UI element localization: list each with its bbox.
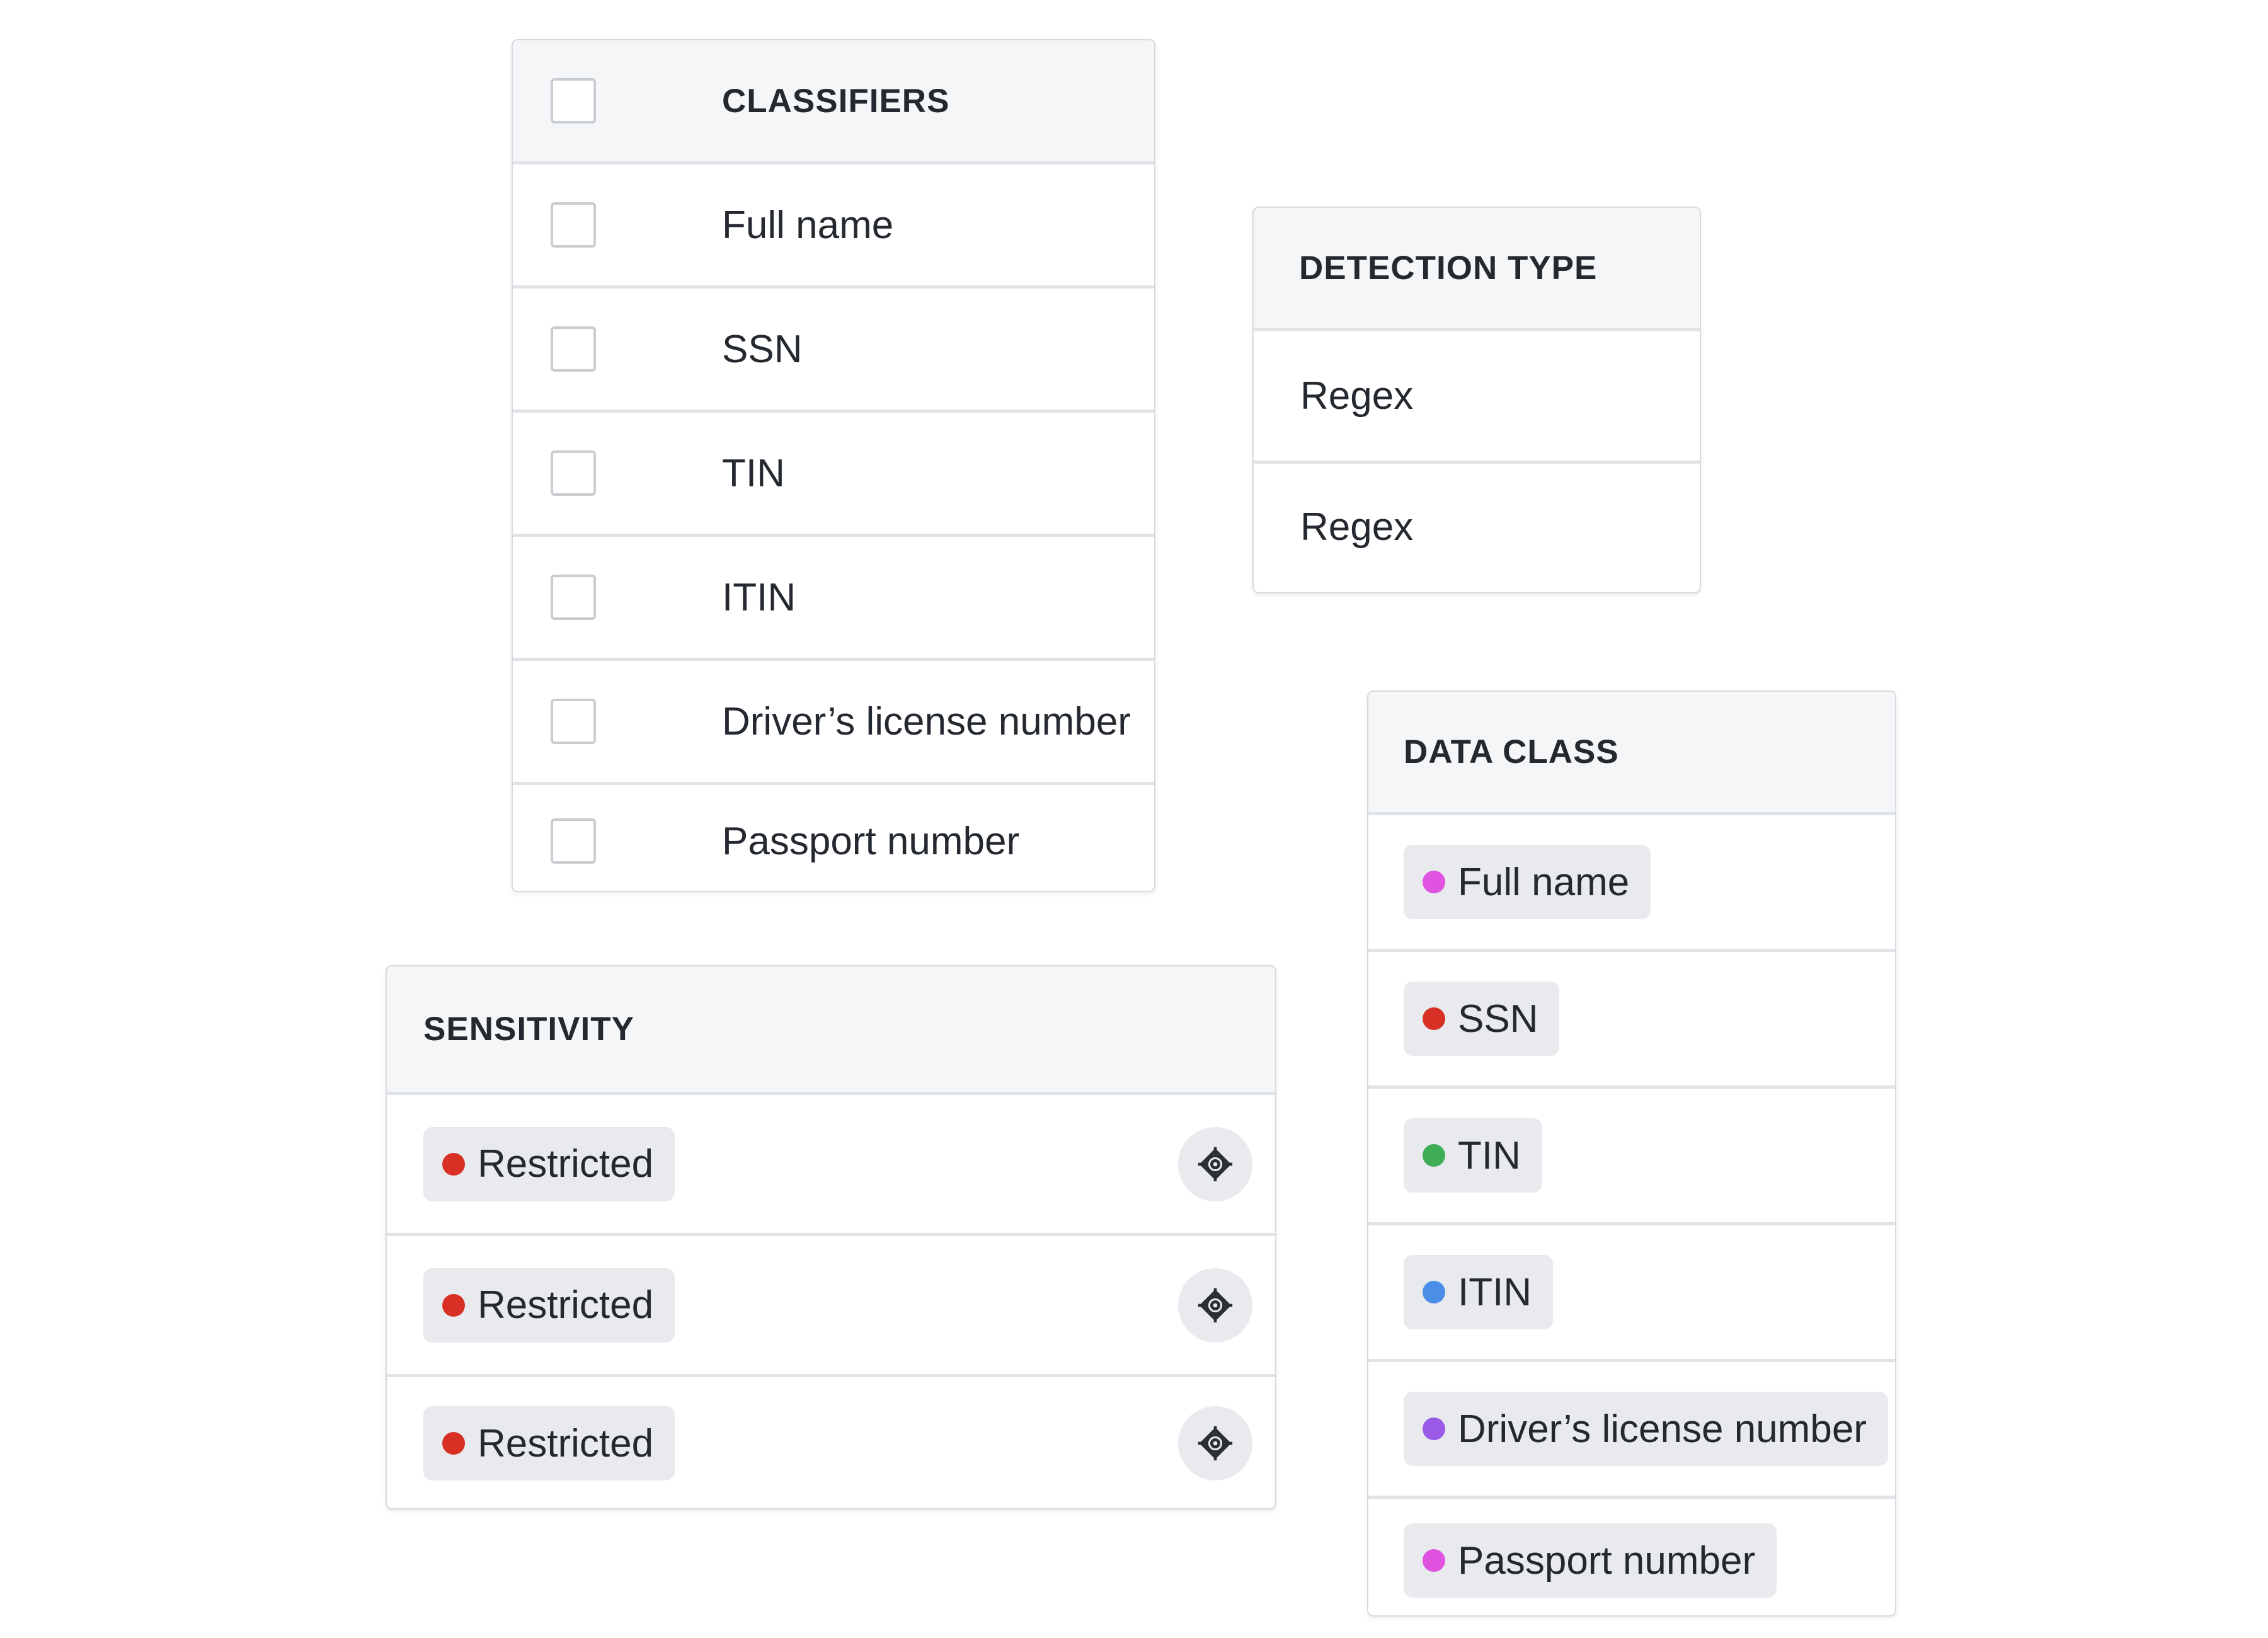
data-class-row: SSN: [1368, 952, 1895, 1089]
data-class-row: ITIN: [1368, 1225, 1895, 1362]
data-class-label: SSN: [1458, 997, 1538, 1041]
sensitivity-badge[interactable]: Restricted: [423, 1406, 675, 1480]
data-class-label: Passport number: [1458, 1538, 1756, 1583]
data-class-badge[interactable]: Passport number: [1404, 1523, 1777, 1598]
data-class-dot: [1423, 1418, 1445, 1440]
classifiers-table: CLASSIFIERS Full name SSN TIN ITIN Drive…: [512, 39, 1155, 892]
data-class-dot: [1423, 1144, 1445, 1167]
data-class-row: Full name: [1368, 815, 1895, 952]
data-class-label: Full name: [1458, 860, 1630, 904]
classifier-checkbox[interactable]: [551, 202, 596, 248]
sensitivity-row: Restricted: [387, 1236, 1275, 1377]
classifier-label: Passport number: [722, 819, 1020, 863]
data-class-dot: [1423, 1549, 1445, 1572]
data-class-badge[interactable]: SSN: [1404, 982, 1560, 1056]
classifier-row: ITIN: [513, 537, 1154, 661]
classifier-row: Driver’s license number: [513, 661, 1154, 785]
sensitivity-label: Restricted: [478, 1142, 654, 1186]
classifier-row: SSN: [513, 289, 1154, 413]
sensitivity-dot: [442, 1152, 465, 1176]
classifier-row: Full name: [513, 164, 1154, 289]
sensitivity-header: SENSITIVITY: [387, 966, 1275, 1095]
detection-type-table: DETECTION TYPE Regex Regex: [1252, 207, 1701, 593]
target-icon[interactable]: [1178, 1406, 1252, 1480]
target-icon[interactable]: [1178, 1126, 1252, 1201]
detection-type-value: Regex: [1300, 374, 1414, 418]
classifier-label: TIN: [722, 451, 785, 495]
classifier-checkbox[interactable]: [551, 326, 596, 372]
data-class-row: TIN: [1368, 1089, 1895, 1225]
classifier-checkbox[interactable]: [551, 818, 596, 864]
classifiers-header-label: CLASSIFIERS: [722, 82, 950, 120]
classifier-label: Driver’s license number: [722, 699, 1131, 743]
classifier-label: Full name: [722, 203, 894, 247]
data-class-header: DATA CLASS: [1368, 692, 1895, 815]
classifier-label: SSN: [722, 327, 803, 371]
data-class-table: DATA CLASS Full name SSN TIN ITIN Driver…: [1367, 690, 1896, 1617]
classifier-row: Passport number: [513, 785, 1154, 891]
data-class-label: TIN: [1458, 1133, 1521, 1177]
sensitivity-dot: [442, 1293, 465, 1317]
sensitivity-label: Restricted: [478, 1421, 654, 1465]
classifier-checkbox[interactable]: [551, 699, 596, 744]
data-class-badge[interactable]: ITIN: [1404, 1255, 1554, 1329]
select-all-checkbox[interactable]: [551, 78, 596, 123]
detection-type-header: DETECTION TYPE: [1254, 208, 1700, 331]
detection-type-row: Regex: [1254, 331, 1700, 464]
classifier-checkbox[interactable]: [551, 450, 596, 496]
data-class-badge[interactable]: Driver’s license number: [1404, 1392, 1888, 1466]
data-class-label: Driver’s license number: [1458, 1407, 1867, 1451]
data-class-row: Driver’s license number: [1368, 1362, 1895, 1499]
classifier-checkbox[interactable]: [551, 575, 596, 620]
target-icon[interactable]: [1178, 1268, 1252, 1343]
sensitivity-table: SENSITIVITY Restricted Restricted Restri…: [386, 965, 1276, 1509]
classifiers-header-row: CLASSIFIERS: [513, 40, 1154, 164]
data-class-row: Passport number: [1368, 1499, 1895, 1615]
data-class-dot: [1423, 1281, 1445, 1303]
sensitivity-badge[interactable]: Restricted: [423, 1268, 675, 1343]
sensitivity-dot: [442, 1432, 465, 1455]
data-class-dot: [1423, 1007, 1445, 1030]
sensitivity-badge[interactable]: Restricted: [423, 1126, 675, 1201]
detection-type-row: Regex: [1254, 464, 1700, 590]
sensitivity-label: Restricted: [478, 1283, 654, 1327]
sensitivity-row: Restricted: [387, 1095, 1275, 1236]
data-class-badge[interactable]: TIN: [1404, 1118, 1542, 1193]
data-class-dot: [1423, 871, 1445, 893]
data-class-badge[interactable]: Full name: [1404, 845, 1651, 919]
data-class-label: ITIN: [1458, 1270, 1532, 1314]
classifier-row: TIN: [513, 413, 1154, 537]
classifier-label: ITIN: [722, 575, 796, 619]
sensitivity-row: Restricted: [387, 1377, 1275, 1508]
detection-type-value: Regex: [1300, 505, 1414, 549]
